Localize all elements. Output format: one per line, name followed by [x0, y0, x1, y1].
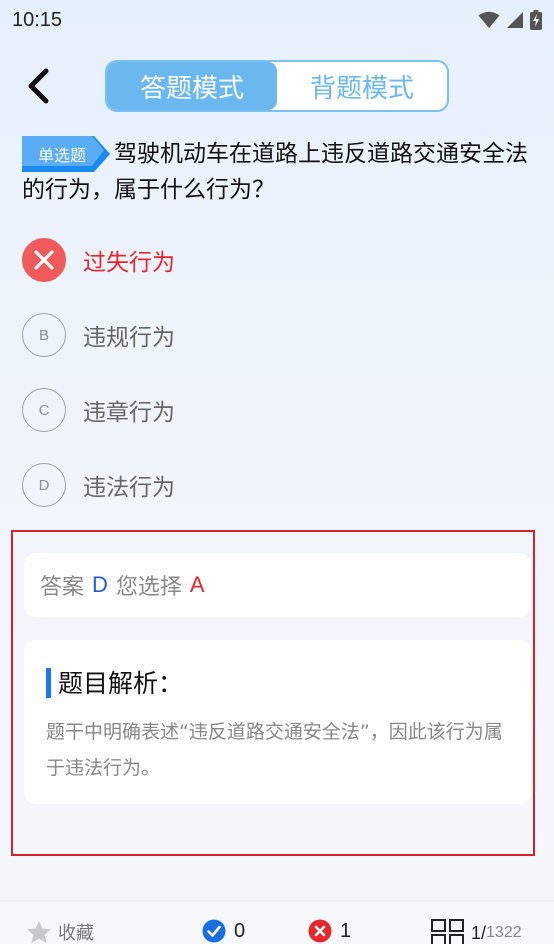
option-b[interactable]: B 违规行为 [22, 311, 532, 359]
x-circle-icon [308, 919, 332, 943]
question-type-tag: 单选题 [22, 136, 110, 172]
favorite-label: 收藏 [58, 923, 94, 944]
option-d-marker: D [22, 463, 66, 507]
bottom-bar: 收藏 0 1 1/ 1322 [0, 900, 554, 944]
option-b-marker: B [22, 313, 66, 357]
star-icon [27, 921, 51, 943]
back-button[interactable] [18, 66, 58, 106]
option-a-marker [22, 238, 66, 282]
check-circle-icon [202, 919, 226, 943]
option-a-text: 过失行为 [83, 250, 175, 276]
option-c[interactable]: C 违章行为 [22, 386, 532, 434]
status-bar: 10:15 [0, 0, 554, 40]
header: 答题模式 背题模式 [0, 58, 554, 114]
your-choice-label: 您选择 [115, 575, 182, 600]
right-count-value: 0 [234, 919, 246, 942]
question-grid-button[interactable]: 1/ 1322 [431, 919, 522, 944]
status-icons [478, 10, 542, 30]
explanation-text: 题干中明确表述“违反道路交通安全法”，因此该行为属于违法行为。 [46, 721, 503, 779]
option-d[interactable]: D 违法行为 [22, 461, 532, 509]
close-icon [34, 250, 54, 270]
explanation-title: 题目解析： [58, 669, 184, 698]
progress-total: 1322 [486, 924, 522, 941]
wrong-count-value: 1 [340, 919, 352, 942]
mode-switch: 答题模式 背题模式 [105, 60, 449, 112]
favorite-button[interactable]: 收藏 [26, 919, 94, 944]
tab-memorize-mode[interactable]: 背题模式 [277, 62, 447, 110]
answer-card: 答案 D 您选择 A [24, 553, 531, 617]
status-time: 10:15 [12, 8, 63, 31]
correct-answer: D [92, 572, 108, 597]
grid-icon [431, 919, 464, 944]
explanation-accent-bar [46, 668, 51, 698]
right-count: 0 [202, 919, 245, 943]
explanation-card: 题目解析： 题干中明确表述“违反道路交通安全法”，因此该行为属于违法行为。 [24, 640, 531, 804]
question-type-label: 单选题 [37, 146, 86, 165]
option-a[interactable]: 过失行为 [22, 236, 532, 284]
wrong-count: 1 [308, 919, 351, 943]
your-choice: A [189, 572, 205, 597]
option-b-text: 违规行为 [83, 325, 175, 351]
signal-icon [507, 12, 523, 28]
chevron-left-icon [28, 68, 49, 104]
answer-label: 答案 [40, 575, 85, 600]
tab-answer-mode[interactable]: 答题模式 [107, 62, 277, 110]
wifi-icon [478, 11, 500, 28]
option-c-text: 违章行为 [83, 400, 175, 426]
battery-charging-icon [530, 10, 542, 30]
option-d-text: 违法行为 [83, 475, 175, 501]
option-c-marker: C [22, 388, 66, 432]
progress-current: 1/ [471, 922, 487, 943]
question: 单选题 驾驶机动车在道路上违反道路交通安全法的行为，属于什么行为？ [22, 136, 532, 208]
